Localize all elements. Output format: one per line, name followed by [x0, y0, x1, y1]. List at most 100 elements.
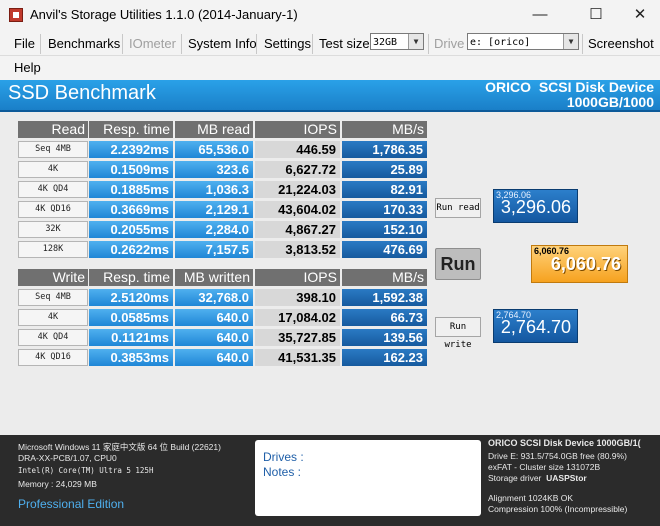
read_table-cell-iops: 21,224.03: [255, 181, 340, 198]
menu-separator: [256, 34, 257, 54]
read_table-cell-iops: 446.59: [255, 141, 340, 158]
write-score-value: 2,764.70: [500, 317, 571, 337]
close-button[interactable]: ✕: [622, 4, 658, 26]
read_table-cell-mb: 1,036.3: [175, 181, 253, 198]
cpu-info: Intel(R) Core(TM) Ultra 5 125H: [18, 466, 154, 475]
write_table-row-label-button[interactable]: 4K QD16: [18, 349, 88, 366]
menu-help[interactable]: Help: [10, 58, 45, 78]
read_table-cell-resp: 0.2622ms: [89, 241, 173, 258]
benchmark-header: SSD Benchmark ORICO SCSI Disk Device 100…: [0, 80, 660, 112]
read_table-cell-resp: 0.2055ms: [89, 221, 173, 238]
write_table-header-2: MB written: [175, 269, 253, 286]
app-icon: [9, 8, 23, 22]
storage-driver-label: Storage driver: [488, 473, 542, 483]
menu-separator: [582, 34, 583, 54]
read_table-cell-mb: 7,157.5: [175, 241, 253, 258]
menu-iometer[interactable]: IOmeter: [125, 34, 180, 54]
write_table-cell-mbs: 139.56: [342, 329, 427, 346]
read_table-cell-mb: 323.6: [175, 161, 253, 178]
run-write-button[interactable]: Run write: [435, 317, 481, 350]
read-score-value: 3,296.06: [500, 197, 571, 217]
run-button[interactable]: Run: [435, 248, 481, 280]
read_table-cell-resp: 0.1885ms: [89, 181, 173, 198]
read_table-cell-mb: 2,284.0: [175, 221, 253, 238]
total-score: 6,060.76 6,060.76: [531, 245, 628, 283]
read_table-cell-mbs: 170.33: [342, 201, 427, 218]
write_table-cell-mb: 640.0: [175, 349, 253, 366]
minimize-button[interactable]: —: [522, 4, 558, 26]
maximize-button[interactable]: ☐: [578, 4, 614, 26]
write_table-header-1: Resp. time: [89, 269, 173, 286]
window-title: Anvil's Storage Utilities 1.1.0 (2014-Ja…: [30, 7, 298, 22]
read_table-header-1: Resp. time: [89, 121, 173, 138]
write_table-cell-resp: 2.5120ms: [89, 289, 173, 306]
write_table-cell-mbs: 1,592.38: [342, 289, 427, 306]
read_table-header-4: MB/s: [342, 121, 427, 138]
drive-label: Drive: [434, 36, 465, 51]
edition-label: Professional Edition: [18, 497, 125, 511]
read_table-row-label-button[interactable]: 4K: [18, 161, 88, 178]
write_table-cell-iops: 41,531.35: [255, 349, 340, 366]
read-score: 3,296.06 3,296.06: [493, 189, 578, 223]
write-score: 2,764.70 2,764.70: [493, 309, 578, 343]
read_table-row-label-button[interactable]: 128K: [18, 241, 88, 258]
write_table-row-label-button[interactable]: 4K: [18, 309, 88, 326]
write_table-cell-iops: 35,727.85: [255, 329, 340, 346]
drive-value: e: [orico]: [470, 37, 531, 48]
menu-benchmarks[interactable]: Benchmarks: [44, 34, 124, 54]
chevron-down-icon: ▼: [563, 34, 578, 49]
menu-file[interactable]: File: [10, 34, 39, 54]
write_table-cell-mb: 640.0: [175, 329, 253, 346]
read_table-cell-mbs: 82.91: [342, 181, 427, 198]
write_table-cell-iops: 17,084.02: [255, 309, 340, 326]
menu-separator: [428, 34, 429, 54]
test-size-value: 32GB: [373, 37, 398, 48]
write_table-header-0: Write: [18, 269, 88, 286]
write_table-row-label-button[interactable]: 4K QD4: [18, 329, 88, 346]
read_table-cell-iops: 3,813.52: [255, 241, 340, 258]
read_table-row-label-button[interactable]: 4K QD4: [18, 181, 88, 198]
chevron-down-icon: ▼: [408, 34, 423, 49]
read_table-cell-resp: 2.2392ms: [89, 141, 173, 158]
os-info: Microsoft Windows 11 家庭中文版 64 位 Build (2…: [18, 442, 221, 452]
alignment-info: Alignment 1024KB OK: [488, 493, 574, 503]
write_table-cell-mb: 640.0: [175, 309, 253, 326]
compression-info: Compression 100% (Incompressible): [488, 504, 628, 514]
write_table-cell-resp: 0.3853ms: [89, 349, 173, 366]
write_table-row-label-button[interactable]: Seq 4MB: [18, 289, 88, 306]
menu-separator: [122, 34, 123, 54]
write_table-cell-resp: 0.1121ms: [89, 329, 173, 346]
write_table-cell-mbs: 162.23: [342, 349, 427, 366]
device-title: ORICO SCSI Disk Device 1000GB/1000: [485, 79, 654, 110]
menu-settings[interactable]: Settings: [260, 34, 315, 54]
read_table-cell-mbs: 152.10: [342, 221, 427, 238]
menu-system-info[interactable]: System Info: [184, 34, 261, 54]
page-title: SSD Benchmark: [8, 82, 156, 104]
read_table-row-label-button[interactable]: 32K: [18, 221, 88, 238]
run-read-button[interactable]: Run read: [435, 198, 481, 218]
menu-bar: File Benchmarks IOmeter System Info Sett…: [0, 30, 660, 80]
drive-info: Drive E: 931.5/754.0GB free (80.9%): [488, 451, 627, 461]
menu-screenshot[interactable]: Screenshot: [584, 34, 658, 54]
write_table-cell-iops: 398.10: [255, 289, 340, 306]
menu-separator: [40, 34, 41, 54]
notes-box[interactable]: Drives : Notes :: [255, 440, 481, 516]
read_table-cell-iops: 6,627.72: [255, 161, 340, 178]
menu-separator: [181, 34, 182, 54]
memory-info: Memory : 24,029 MB: [18, 479, 97, 489]
filesystem-info: exFAT - Cluster size 131072B: [488, 462, 601, 472]
drive-select[interactable]: e: [orico] ▼: [467, 33, 579, 50]
read_table-row-label-button[interactable]: Seq 4MB: [18, 141, 88, 158]
read_table-cell-resp: 0.1509ms: [89, 161, 173, 178]
menu-separator: [312, 34, 313, 54]
read_table-cell-iops: 43,604.02: [255, 201, 340, 218]
write_table-cell-mb: 32,768.0: [175, 289, 253, 306]
read_table-cell-iops: 4,867.27: [255, 221, 340, 238]
info-panel: Microsoft Windows 11 家庭中文版 64 位 Build (2…: [0, 435, 660, 526]
read_table-cell-mbs: 25.89: [342, 161, 427, 178]
read_table-header-2: MB read: [175, 121, 253, 138]
read_table-row-label-button[interactable]: 4K QD16: [18, 201, 88, 218]
read_table-cell-mbs: 1,786.35: [342, 141, 427, 158]
write_table-cell-resp: 0.0585ms: [89, 309, 173, 326]
test-size-select[interactable]: 32GB ▼: [370, 33, 424, 50]
